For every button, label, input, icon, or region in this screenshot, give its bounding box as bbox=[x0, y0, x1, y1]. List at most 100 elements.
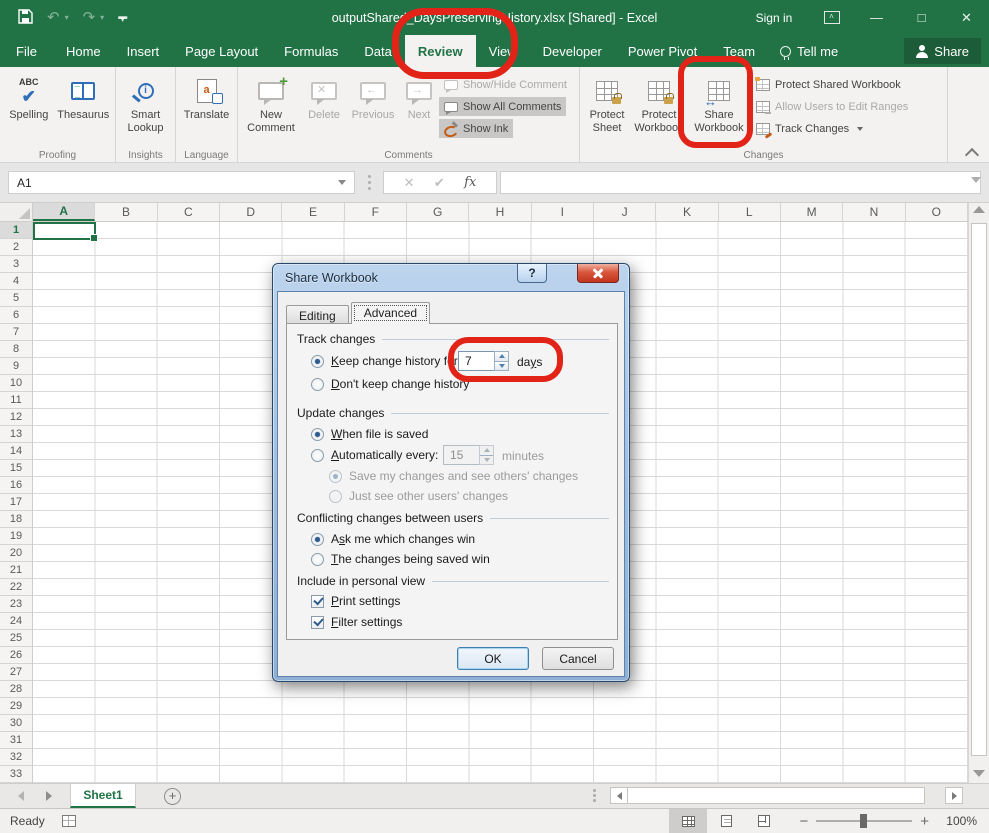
show-all-comments-button[interactable]: Show All Comments bbox=[439, 97, 566, 116]
allow-users-button[interactable]: Allow Users to Edit Ranges bbox=[751, 97, 913, 116]
row-header-29[interactable]: 29 bbox=[0, 698, 32, 715]
row-header-27[interactable]: 27 bbox=[0, 664, 32, 681]
dialog-tab-advanced[interactable]: Advanced bbox=[351, 302, 430, 324]
row-header-2[interactable]: 2 bbox=[0, 239, 32, 256]
dialog-tab-editing[interactable]: Editing bbox=[286, 305, 349, 324]
insert-function-icon[interactable]: fx bbox=[464, 175, 476, 190]
auto-every-radio[interactable] bbox=[311, 449, 324, 462]
option-when-saved[interactable]: When file is saved bbox=[311, 427, 428, 441]
zoom-slider-thumb[interactable] bbox=[860, 814, 867, 828]
filter-settings-checkbox[interactable] bbox=[311, 616, 324, 629]
column-header-B[interactable]: B bbox=[95, 203, 157, 221]
column-header-J[interactable]: J bbox=[594, 203, 656, 221]
column-header-M[interactable]: M bbox=[781, 203, 843, 221]
zoom-slider[interactable] bbox=[816, 820, 912, 822]
horizontal-scrollbar[interactable] bbox=[610, 787, 963, 804]
dialog-close-button[interactable] bbox=[577, 264, 619, 283]
column-header-D[interactable]: D bbox=[220, 203, 282, 221]
row-header-8[interactable]: 8 bbox=[0, 341, 32, 358]
enter-entry-icon[interactable]: ✔ bbox=[434, 175, 445, 191]
dialog-title-bar[interactable]: Share Workbook bbox=[273, 264, 629, 291]
horizontal-scroll-thumb[interactable] bbox=[628, 787, 925, 804]
row-header-22[interactable]: 22 bbox=[0, 579, 32, 596]
row-header-21[interactable]: 21 bbox=[0, 562, 32, 579]
column-header-O[interactable]: O bbox=[906, 203, 968, 221]
column-header-E[interactable]: E bbox=[282, 203, 344, 221]
option-keep-history[interactable]: Keep change history for: bbox=[311, 354, 461, 368]
scroll-right-icon[interactable] bbox=[945, 787, 963, 804]
redo-icon[interactable]: ↷ bbox=[83, 10, 96, 25]
minimize-icon[interactable]: — bbox=[854, 0, 899, 35]
saved-win-radio[interactable] bbox=[311, 553, 324, 566]
zoom-out-icon[interactable]: − bbox=[799, 813, 808, 830]
cancel-button[interactable]: Cancel bbox=[542, 647, 614, 670]
undo-icon[interactable]: ↶ bbox=[47, 10, 60, 25]
column-header-C[interactable]: C bbox=[158, 203, 220, 221]
ok-button[interactable]: OK bbox=[457, 647, 529, 670]
row-header-13[interactable]: 13 bbox=[0, 426, 32, 443]
row-header-24[interactable]: 24 bbox=[0, 613, 32, 630]
customize-qat-icon[interactable]: ▬▾ bbox=[118, 15, 127, 21]
show-ink-button[interactable]: Show Ink bbox=[439, 119, 513, 138]
tab-home[interactable]: Home bbox=[53, 35, 114, 67]
previous-sheet-icon[interactable] bbox=[18, 791, 24, 801]
row-header-28[interactable]: 28 bbox=[0, 681, 32, 698]
row-header-17[interactable]: 17 bbox=[0, 494, 32, 511]
macro-record-icon[interactable] bbox=[62, 815, 76, 827]
zoom-percentage[interactable]: 100% bbox=[943, 814, 989, 828]
row-header-23[interactable]: 23 bbox=[0, 596, 32, 613]
sheet-tab-sheet1[interactable]: Sheet1 bbox=[70, 784, 136, 808]
next-comment-button[interactable]: → Next bbox=[399, 70, 439, 148]
delete-comment-button[interactable]: ✕ Delete bbox=[301, 70, 347, 148]
row-header-19[interactable]: 19 bbox=[0, 528, 32, 545]
protect-sheet-button[interactable]: Protect Sheet bbox=[583, 70, 631, 148]
maximize-icon[interactable]: □ bbox=[899, 0, 944, 35]
row-header-4[interactable]: 4 bbox=[0, 273, 32, 290]
expand-formula-bar-icon[interactable] bbox=[971, 177, 981, 183]
print-settings-checkbox[interactable] bbox=[311, 595, 324, 608]
row-header-15[interactable]: 15 bbox=[0, 460, 32, 477]
share-button[interactable]: Share bbox=[904, 38, 981, 64]
option-dont-keep-history[interactable]: Don't keep change history bbox=[311, 377, 469, 391]
option-auto-every[interactable]: Automatically every: bbox=[311, 448, 438, 462]
name-box[interactable]: A1 bbox=[8, 171, 355, 194]
column-header-F[interactable]: F bbox=[345, 203, 407, 221]
tell-me-box[interactable]: Tell me bbox=[768, 35, 850, 67]
translate-button[interactable]: a Translate bbox=[179, 70, 234, 148]
save-icon[interactable] bbox=[18, 9, 33, 27]
dialog-help-button[interactable]: ? bbox=[517, 264, 547, 283]
zoom-in-icon[interactable]: + bbox=[920, 813, 929, 830]
column-header-K[interactable]: K bbox=[656, 203, 718, 221]
smart-lookup-button[interactable]: i Smart Lookup bbox=[119, 70, 172, 148]
row-header-32[interactable]: 32 bbox=[0, 749, 32, 766]
sign-in-button[interactable]: Sign in bbox=[739, 0, 809, 35]
vertical-scroll-thumb[interactable] bbox=[971, 223, 987, 756]
track-changes-button[interactable]: Track Changes bbox=[751, 119, 868, 138]
protect-shared-workbook-button[interactable]: Protect Shared Workbook bbox=[751, 75, 906, 94]
row-header-30[interactable]: 30 bbox=[0, 715, 32, 732]
row-header-7[interactable]: 7 bbox=[0, 324, 32, 341]
tab-insert[interactable]: Insert bbox=[114, 35, 173, 67]
row-header-10[interactable]: 10 bbox=[0, 375, 32, 392]
row-header-18[interactable]: 18 bbox=[0, 511, 32, 528]
column-header-N[interactable]: N bbox=[843, 203, 905, 221]
option-saved-win[interactable]: The changes being saved win bbox=[311, 552, 490, 566]
row-header-9[interactable]: 9 bbox=[0, 358, 32, 375]
next-sheet-icon[interactable] bbox=[46, 791, 52, 801]
ask-me-radio[interactable] bbox=[311, 533, 324, 546]
when-saved-radio[interactable] bbox=[311, 428, 324, 441]
keep-history-radio[interactable] bbox=[311, 355, 324, 368]
tab-formulas[interactable]: Formulas bbox=[271, 35, 351, 67]
new-comment-button[interactable]: + New Comment bbox=[241, 70, 301, 148]
tab-developer[interactable]: Developer bbox=[530, 35, 615, 67]
row-header-25[interactable]: 25 bbox=[0, 630, 32, 647]
undo-dropdown-icon[interactable]: ▾ bbox=[65, 13, 69, 22]
row-header-5[interactable]: 5 bbox=[0, 290, 32, 307]
name-box-dropdown-icon[interactable] bbox=[338, 180, 346, 185]
scroll-left-icon[interactable] bbox=[610, 787, 628, 804]
redo-dropdown-icon[interactable]: ▾ bbox=[100, 13, 104, 22]
ribbon-display-options-icon[interactable]: ˄ bbox=[809, 0, 854, 35]
row-header-6[interactable]: 6 bbox=[0, 307, 32, 324]
cancel-entry-icon[interactable]: ✕ bbox=[404, 175, 415, 191]
thesaurus-button[interactable]: Thesaurus bbox=[55, 70, 112, 148]
